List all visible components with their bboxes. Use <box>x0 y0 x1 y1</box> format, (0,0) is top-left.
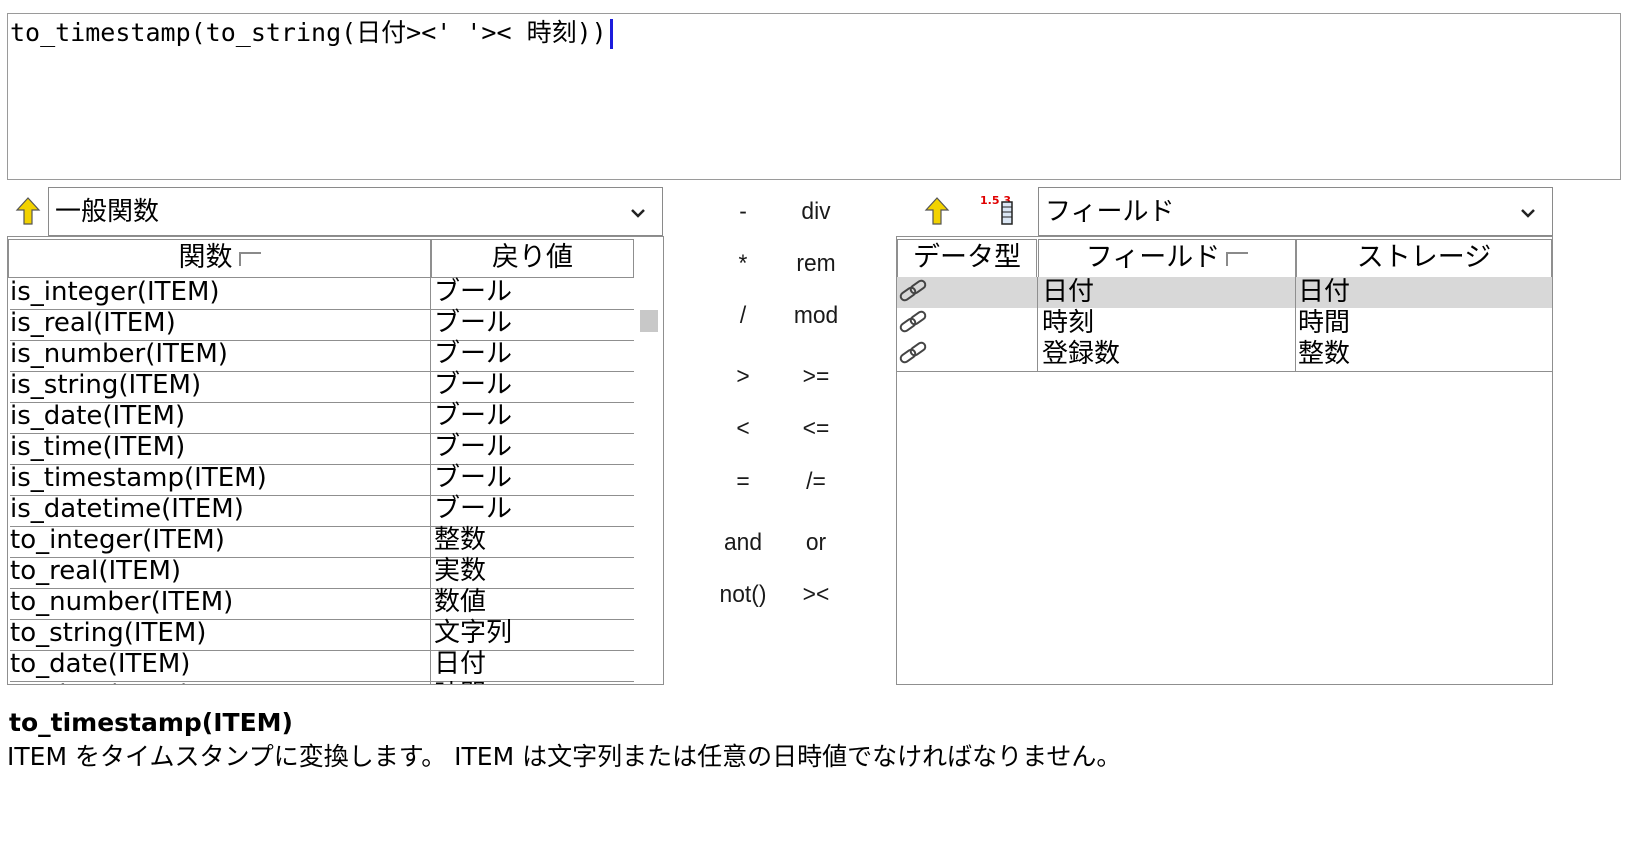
field-name-cell: 時刻 <box>1037 308 1300 341</box>
return-type-cell: 実数 <box>430 556 638 589</box>
table-row[interactable]: to_time(ITEM)時間 <box>8 680 638 684</box>
description-text: ITEM をタイムスタンプに変換します。 ITEM は文字列または任意の日時値で… <box>7 742 1122 771</box>
data-type-cell <box>897 339 1037 372</box>
return-type-cell: ブール <box>430 339 638 372</box>
storage-cell: 整数 <box>1295 339 1552 372</box>
operator-button[interactable]: <= <box>783 414 850 444</box>
table-row[interactable]: is_datetime(ITEM) ブール <box>8 494 638 527</box>
column-header-return[interactable]: 戻り値 <box>431 239 634 278</box>
table-row[interactable]: is_time(ITEM) ブール <box>8 432 638 465</box>
column-header-data-type[interactable]: データ型 <box>897 239 1037 278</box>
operator-button[interactable]: or <box>783 528 850 558</box>
chevron-down-icon <box>631 209 645 218</box>
table-row[interactable]: to_date(ITEM) 日付 <box>8 649 638 682</box>
data-type-cell <box>897 277 1037 310</box>
text-caret <box>609 19 613 49</box>
operator-button[interactable]: < <box>710 414 777 444</box>
return-type-cell: 時間 <box>430 680 638 684</box>
function-table: 関数 戻り値 is_integer(ITEM) ブール is_real(ITEM) ブ… <box>7 236 664 685</box>
function-name-cell: to_time(ITEM) <box>10 680 430 684</box>
return-type-cell: ブール <box>430 494 638 527</box>
field-name-cell: 登録数 <box>1037 339 1300 372</box>
return-type-cell: ブール <box>430 370 638 403</box>
function-name-cell: to_real(ITEM) <box>10 556 430 589</box>
move-up-icon[interactable] <box>12 194 44 232</box>
field-source-value: フィールド <box>1045 197 1175 227</box>
return-type-cell: ブール <box>430 308 638 341</box>
function-name-cell: is_number(ITEM) <box>10 339 430 372</box>
operator-button[interactable]: >< <box>783 580 850 610</box>
operator-button[interactable]: div <box>783 197 850 227</box>
link-icon <box>899 310 927 333</box>
function-name-cell: is_datetime(ITEM) <box>10 494 430 527</box>
function-category-dropdown[interactable]: 一般関数 <box>48 187 663 236</box>
table-row[interactable]: is_integer(ITEM) ブール <box>8 277 638 310</box>
storage-cell: 時間 <box>1295 308 1552 341</box>
table-row[interactable]: is_date(ITEM) ブール <box>8 401 638 434</box>
return-type-cell: ブール <box>430 463 638 496</box>
table-row[interactable]: is_number(ITEM) ブール <box>8 339 638 372</box>
return-type-cell: 文字列 <box>430 618 638 651</box>
scrollbar-thumb[interactable] <box>640 310 658 332</box>
table-row[interactable]: to_string(ITEM) 文字列 <box>8 618 638 651</box>
function-name-cell: is_time(ITEM) <box>10 432 430 465</box>
return-type-cell: ブール <box>430 277 638 310</box>
expression-editor[interactable]: to_timestamp(to_string(日付><' '>< 時刻)) <box>7 13 1621 180</box>
function-name-cell: is_integer(ITEM) <box>10 277 430 310</box>
field-row[interactable]: 時刻 時間 <box>897 308 1552 341</box>
function-name-cell: is_date(ITEM) <box>10 401 430 434</box>
function-name-cell: is_timestamp(ITEM) <box>10 463 430 496</box>
number-format-icon[interactable]: 1.5 3 <box>978 192 1016 232</box>
table-row[interactable]: is_real(ITEM) ブール <box>8 308 638 341</box>
operator-button[interactable]: /= <box>783 467 850 497</box>
operator-button[interactable]: = <box>710 467 777 497</box>
function-name-cell: is_string(ITEM) <box>10 370 430 403</box>
operator-button[interactable]: rem <box>783 249 850 279</box>
field-row[interactable]: 登録数 整数 <box>897 339 1552 372</box>
storage-cell: 日付 <box>1295 277 1552 310</box>
return-type-cell: 数値 <box>430 587 638 620</box>
return-type-cell: ブール <box>430 401 638 434</box>
move-up-icon[interactable] <box>921 194 953 232</box>
table-row[interactable]: to_integer(ITEM) 整数 <box>8 525 638 558</box>
column-header-function[interactable]: 関数 <box>8 239 431 278</box>
return-type-cell: 日付 <box>430 649 638 682</box>
table-row[interactable]: is_timestamp(ITEM) ブール <box>8 463 638 496</box>
return-type-cell: 整数 <box>430 525 638 558</box>
column-header-storage[interactable]: ストレージ <box>1296 239 1552 278</box>
operator-button[interactable]: and <box>710 528 777 558</box>
sort-indicator-icon <box>238 251 261 266</box>
table-row[interactable]: to_real(ITEM) 実数 <box>8 556 638 589</box>
field-row[interactable]: 日付 日付 <box>897 277 1552 310</box>
function-name-cell: to_date(ITEM) <box>10 649 430 682</box>
function-category-value: 一般関数 <box>55 197 160 227</box>
field-table: データ型 フィールド ストレージ 日付 日付 時刻 時間 登録数 整数 <box>896 236 1553 685</box>
field-name-cell: 日付 <box>1037 277 1300 310</box>
operator-button[interactable]: > <box>710 362 777 392</box>
return-type-cell: ブール <box>430 432 638 465</box>
table-row[interactable]: is_string(ITEM) ブール <box>8 370 638 403</box>
operator-button[interactable]: / <box>710 301 777 331</box>
function-name-cell: to_number(ITEM) <box>10 587 430 620</box>
expression-text: to_timestamp(to_string(日付><' '>< 時刻)) <box>10 18 607 47</box>
operator-button[interactable]: mod <box>783 301 850 331</box>
operator-button[interactable]: - <box>710 197 777 227</box>
operator-button[interactable]: not() <box>710 580 777 610</box>
scrollbar[interactable] <box>634 277 662 684</box>
chevron-down-icon <box>1521 209 1535 218</box>
field-source-dropdown[interactable]: フィールド <box>1038 187 1553 236</box>
column-header-field[interactable]: フィールド <box>1038 239 1296 278</box>
function-name-cell: to_integer(ITEM) <box>10 525 430 558</box>
sort-indicator-icon <box>1226 251 1249 266</box>
function-name-cell: is_real(ITEM) <box>10 308 430 341</box>
function-name-cell: to_string(ITEM) <box>10 618 430 651</box>
operator-button[interactable]: >= <box>783 362 850 392</box>
data-type-cell <box>897 308 1037 341</box>
table-row[interactable]: to_number(ITEM) 数値 <box>8 587 638 620</box>
link-icon <box>899 341 927 364</box>
operator-button[interactable]: * <box>710 249 777 279</box>
description-title: to_timestamp(ITEM) <box>9 708 293 737</box>
link-icon <box>899 279 927 302</box>
